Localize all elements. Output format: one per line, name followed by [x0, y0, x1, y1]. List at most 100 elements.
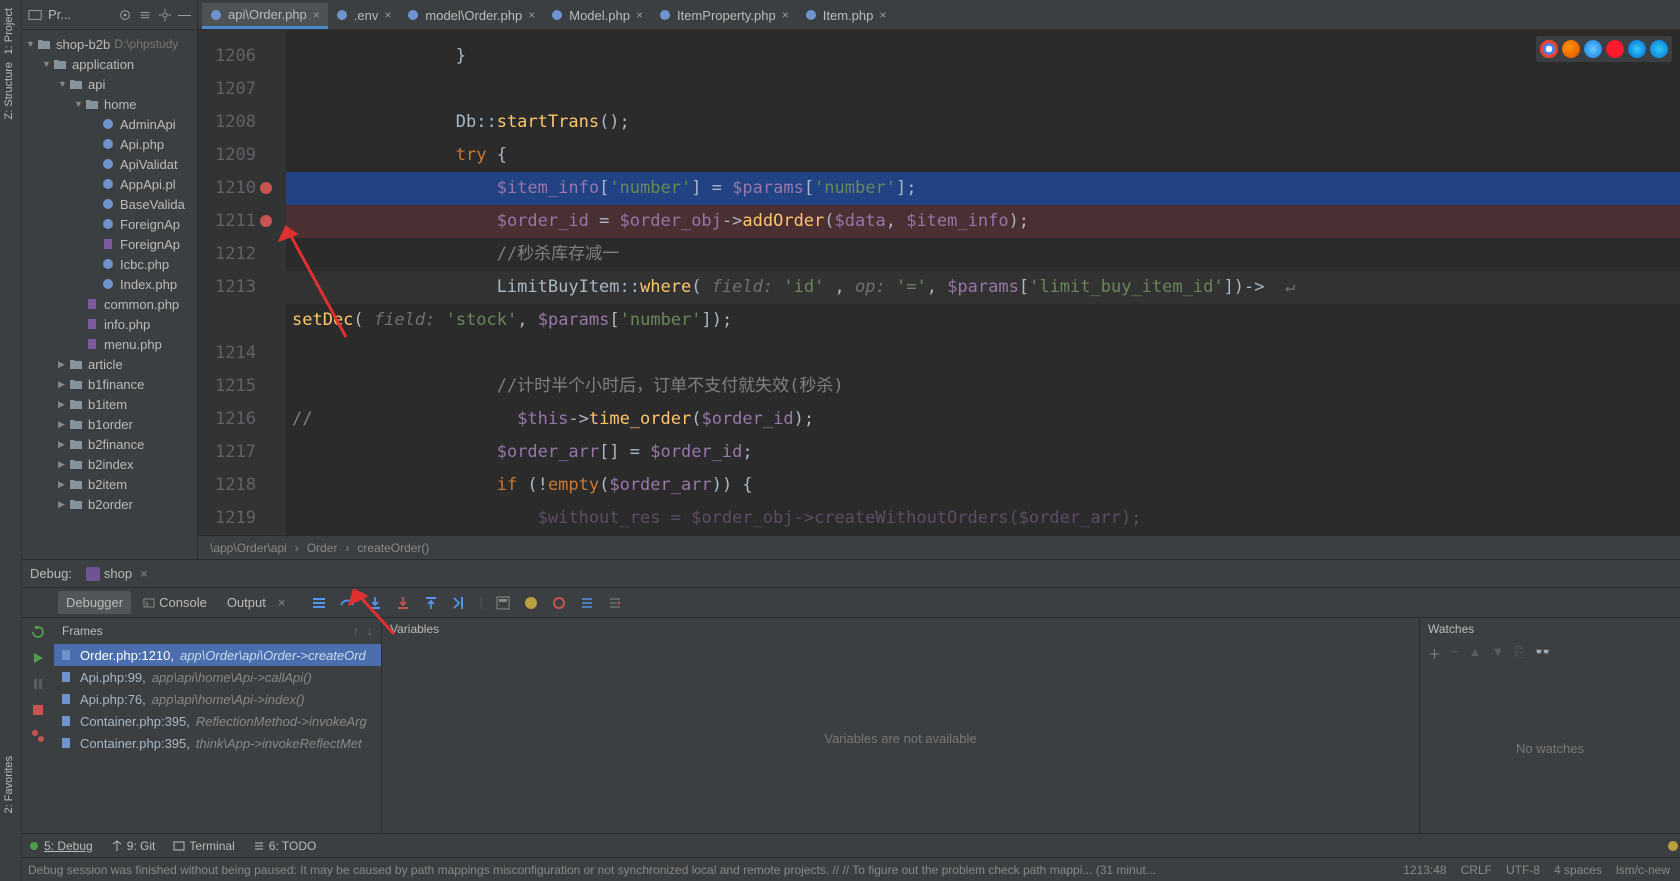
- pin-icon[interactable]: [607, 595, 623, 611]
- tree-node[interactable]: application: [22, 54, 197, 74]
- step-over-icon[interactable]: [339, 595, 355, 611]
- close-icon[interactable]: ×: [879, 8, 886, 22]
- tree-node[interactable]: common.php: [22, 294, 197, 314]
- breakpoint-icon[interactable]: [260, 182, 272, 194]
- close-icon[interactable]: ×: [636, 8, 643, 22]
- close-icon[interactable]: ×: [140, 566, 148, 581]
- run-to-cursor-icon[interactable]: [451, 595, 467, 611]
- tree-node[interactable]: b2order: [22, 494, 197, 514]
- tree-node[interactable]: b1order: [22, 414, 197, 434]
- firefox-icon[interactable]: [1562, 40, 1580, 58]
- add-watch-icon[interactable]: ＋: [1428, 644, 1441, 664]
- tree-node[interactable]: b2index: [22, 454, 197, 474]
- trace-icon[interactable]: [523, 595, 539, 611]
- edge-icon[interactable]: [1650, 40, 1668, 58]
- debug-tab[interactable]: Debugger: [58, 591, 131, 614]
- project-tree[interactable]: shop-b2bD:\phpstudyapplicationapihomeAdm…: [22, 30, 197, 559]
- todo-tool-button[interactable]: 6: TODO: [253, 839, 317, 853]
- remove-watch-icon[interactable]: −: [1451, 644, 1459, 664]
- settings-icon[interactable]: [158, 8, 172, 22]
- editor-gutter[interactable]: 1206120712081209121012111212121312141215…: [198, 30, 286, 535]
- mute-breakpoints-icon[interactable]: [551, 595, 567, 611]
- run-config-tab[interactable]: shop ×: [80, 564, 154, 583]
- tree-node[interactable]: info.php: [22, 314, 197, 334]
- locate-icon[interactable]: [118, 8, 132, 22]
- tree-node[interactable]: ForeignAp: [22, 234, 197, 254]
- copy-watch-icon[interactable]: ⎘: [1514, 644, 1524, 664]
- editor-tab[interactable]: model\Order.php×: [399, 3, 543, 29]
- stack-frame[interactable]: Api.php:76, app\api\home\Api->index(): [54, 688, 381, 710]
- tree-node[interactable]: b1item: [22, 394, 197, 414]
- tool-window-favorites-tab[interactable]: 2: Favorites: [3, 756, 15, 813]
- chrome-icon[interactable]: [1540, 40, 1558, 58]
- tree-node[interactable]: AppApi.pl: [22, 174, 197, 194]
- debug-tab[interactable]: Console: [135, 591, 215, 614]
- tree-node[interactable]: AdminApi: [22, 114, 197, 134]
- tree-node[interactable]: api: [22, 74, 197, 94]
- step-out-icon[interactable]: [423, 595, 439, 611]
- close-icon[interactable]: ×: [313, 8, 320, 22]
- code-editor[interactable]: 1206120712081209121012111212121312141215…: [198, 30, 1680, 535]
- tree-node[interactable]: ForeignAp: [22, 214, 197, 234]
- git-branch[interactable]: lsm/c-new: [1616, 863, 1670, 877]
- settings-list-icon[interactable]: [579, 595, 595, 611]
- rerun-icon[interactable]: [30, 624, 46, 640]
- view-breakpoints-icon[interactable]: [30, 728, 46, 744]
- breadcrumb-item[interactable]: createOrder(): [357, 541, 429, 555]
- stop-icon[interactable]: [30, 702, 46, 718]
- tree-node[interactable]: b2finance: [22, 434, 197, 454]
- safari-icon[interactable]: [1584, 40, 1602, 58]
- tree-node[interactable]: b1finance: [22, 374, 197, 394]
- code-lines[interactable]: } Db::startTrans(); try { $item_info['nu…: [286, 30, 1680, 535]
- watch-down-icon[interactable]: ▼: [1491, 644, 1504, 664]
- editor-tab[interactable]: Model.php×: [543, 3, 651, 29]
- tree-node[interactable]: ApiValidat: [22, 154, 197, 174]
- stack-frame[interactable]: Order.php:1210, app\Order\api\Order->cre…: [54, 644, 381, 666]
- breakpoint-icon[interactable]: [260, 215, 272, 227]
- close-icon[interactable]: ×: [278, 595, 286, 610]
- close-icon[interactable]: ×: [384, 8, 391, 22]
- tree-node[interactable]: menu.php: [22, 334, 197, 354]
- stack-frame[interactable]: Container.php:395, think\App->invokeRefl…: [54, 732, 381, 754]
- resume-icon[interactable]: [30, 650, 46, 666]
- indent-info[interactable]: 4 spaces: [1554, 863, 1602, 877]
- editor-tab[interactable]: ItemProperty.php×: [651, 3, 797, 29]
- step-into-icon[interactable]: [367, 595, 383, 611]
- close-icon[interactable]: ×: [528, 8, 535, 22]
- show-execution-point-icon[interactable]: [311, 595, 327, 611]
- project-view-icon[interactable]: [28, 8, 42, 22]
- file-encoding[interactable]: UTF-8: [1506, 863, 1540, 877]
- line-separator[interactable]: CRLF: [1461, 863, 1492, 877]
- breadcrumb-item[interactable]: \app\Order\api: [210, 541, 287, 555]
- expand-all-icon[interactable]: [138, 8, 152, 22]
- stack-frame[interactable]: Api.php:99, app\api\home\Api->callApi(): [54, 666, 381, 688]
- caret-position[interactable]: 1213:48: [1403, 863, 1446, 877]
- pause-icon[interactable]: [30, 676, 46, 692]
- editor-tab[interactable]: Item.php×: [797, 3, 895, 29]
- debug-tool-button[interactable]: 5: Debug: [28, 839, 93, 853]
- tree-node[interactable]: Index.php: [22, 274, 197, 294]
- tree-node[interactable]: b2item: [22, 474, 197, 494]
- ie-icon[interactable]: [1628, 40, 1646, 58]
- terminal-tool-button[interactable]: Terminal: [173, 839, 234, 853]
- opera-icon[interactable]: [1606, 40, 1624, 58]
- git-tool-button[interactable]: 9: Git: [111, 839, 156, 853]
- tree-node[interactable]: article: [22, 354, 197, 374]
- stack-frame[interactable]: Container.php:395, ReflectionMethod->inv…: [54, 710, 381, 732]
- editor-tab[interactable]: api\Order.php×: [202, 3, 328, 29]
- watch-up-icon[interactable]: ▲: [1469, 644, 1482, 664]
- prev-frame-icon[interactable]: ↑: [353, 624, 359, 638]
- tree-node[interactable]: Icbc.php: [22, 254, 197, 274]
- tool-window-project-tab[interactable]: 1: Project: [3, 8, 15, 54]
- breadcrumb-item[interactable]: Order: [307, 541, 338, 555]
- tree-node[interactable]: shop-b2bD:\phpstudy: [22, 34, 197, 54]
- tree-node[interactable]: BaseValida: [22, 194, 197, 214]
- debug-tab[interactable]: Output: [219, 591, 274, 614]
- close-icon[interactable]: ×: [782, 8, 789, 22]
- tree-node[interactable]: Api.php: [22, 134, 197, 154]
- tool-window-structure-tab[interactable]: Z: Structure: [3, 62, 15, 119]
- editor-tab[interactable]: .env×: [328, 3, 400, 29]
- evaluate-expression-icon[interactable]: [495, 595, 511, 611]
- event-log-icon[interactable]: [1666, 839, 1680, 853]
- force-step-into-icon[interactable]: [395, 595, 411, 611]
